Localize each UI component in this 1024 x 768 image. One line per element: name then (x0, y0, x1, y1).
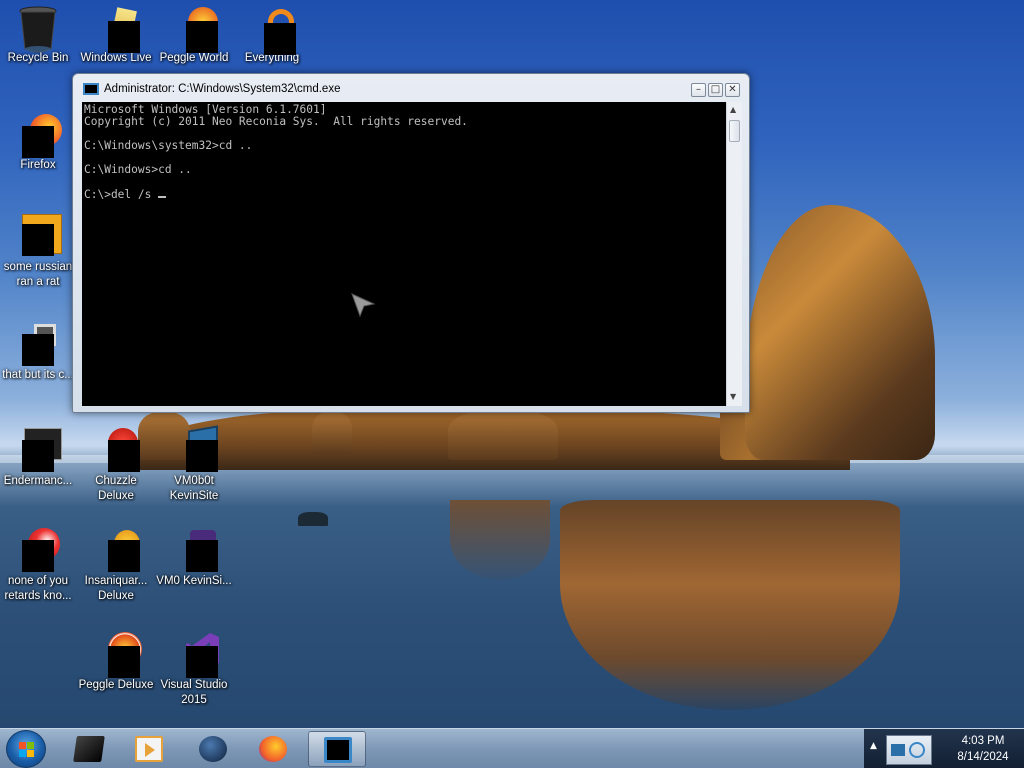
wallpaper-haystack-rock (745, 205, 935, 460)
shortcut-icon (16, 322, 60, 366)
desktop-icon-label: some russian ran a rat (3, 261, 73, 288)
taskbar: ▲ 4:03 PM 8/14/2024 (0, 728, 1024, 768)
window-title: Administrator: C:\Windows\System32\cmd.e… (104, 83, 341, 95)
start-button[interactable] (6, 730, 46, 768)
cmd-icon (83, 83, 99, 95)
desktop-icon-insaniquarium-deluxe[interactable]: Insaniquar... Deluxe (78, 528, 154, 604)
window-titlebar[interactable]: Administrator: C:\Windows\System32\cmd.e… (73, 74, 749, 102)
desktop-icon-label: Chuzzle Deluxe (95, 475, 137, 502)
peggle-world-icon (172, 5, 218, 53)
desktop-icon-peggle-deluxe[interactable]: Peggle Deluxe (78, 632, 154, 693)
close-icon: ✕ (728, 84, 737, 95)
vm-icon (172, 528, 218, 572)
cmd-window[interactable]: Administrator: C:\Windows\System32\cmd.e… (72, 73, 750, 413)
taskbar-item-cmd[interactable] (308, 731, 366, 767)
everything-icon (250, 5, 296, 55)
clock-time: 4:03 PM (961, 735, 1005, 747)
rat-program-icon (16, 214, 62, 258)
minimize-button[interactable]: – (691, 83, 706, 97)
desktop-icon-peggle-world[interactable]: Peggle World (156, 5, 232, 66)
desktop-icon-vm0b0t-kevinsite[interactable]: VM0b0t KevinSite (156, 425, 232, 504)
desktop-icon-chuzzle-deluxe[interactable]: Chuzzle Deluxe (78, 428, 154, 504)
desktop-icon-windows-live[interactable]: Windows Live (78, 5, 154, 66)
desktop-icon-label: Firefox (20, 159, 56, 171)
desktop-icon-label: Visual Studio 2015 (160, 679, 228, 706)
insaniquarium-icon (94, 528, 140, 572)
black-box-icon (73, 736, 105, 762)
media-player-icon (135, 736, 163, 762)
clock-date: 8/14/2024 (957, 751, 1009, 763)
taskbar-clock[interactable]: 4:03 PM 8/14/2024 (948, 733, 1018, 765)
vertical-scrollbar[interactable]: ▲ ▼ (726, 102, 742, 406)
endermanch-icon (16, 428, 62, 472)
peggle-deluxe-icon (94, 632, 142, 678)
system-tray: ▲ 4:03 PM 8/14/2024 (864, 729, 1024, 768)
scroll-up-icon[interactable]: ▲ (730, 105, 736, 114)
desktop-icon-vm0-kevinsi[interactable]: VM0 KevinSi... (156, 528, 232, 589)
desktop-icon-label: VM0 KevinSi... (156, 575, 232, 587)
maximize-icon: □ (710, 84, 721, 95)
tray-network-icon[interactable] (886, 735, 932, 765)
browser-shortcut-icon (16, 528, 60, 572)
mouse-pointer-icon (351, 293, 376, 318)
desktop-icon-recycle-bin[interactable]: Recycle Bin (0, 5, 76, 66)
desktop-icon-label: none of you retards kno... (4, 575, 72, 602)
sync-icon (909, 742, 925, 758)
wallpaper-sea-stack (312, 412, 352, 454)
desktop-icon-label: that but its c... (2, 369, 74, 381)
text-cursor (158, 195, 167, 198)
desktop-icon-label: Peggle World (159, 52, 229, 64)
desktop-icon-that-but-its-c[interactable]: that but its c... (0, 322, 76, 383)
recycle-bin-icon (16, 5, 60, 53)
taskbar-item-firefox[interactable] (244, 731, 302, 767)
firefox-icon (259, 736, 287, 762)
taskbar-item-recycle-bin[interactable] (60, 731, 118, 767)
scroll-down-icon[interactable]: ▼ (730, 392, 736, 401)
desktop-icon-label: Insaniquar... Deluxe (84, 575, 148, 602)
desktop-icon-visual-studio-2015[interactable]: Visual Studio 2015 (156, 632, 232, 708)
windows-logo-icon (19, 742, 35, 758)
desktop-icon-label: Peggle Deluxe (78, 679, 154, 691)
taskbar-item-globe[interactable] (184, 731, 242, 767)
cmd-icon (324, 737, 352, 763)
monitor-icon (891, 744, 905, 756)
minimize-icon: – (696, 84, 701, 95)
vm-icon (172, 425, 218, 472)
globe-icon (199, 736, 227, 762)
maximize-button[interactable]: □ (708, 83, 723, 97)
desktop-icon-none-of-you[interactable]: none of you retards kno... (0, 528, 76, 604)
wallpaper-reflection-small (450, 500, 550, 580)
visual-studio-icon (172, 632, 219, 678)
desktop-icon-label: Recycle Bin (7, 52, 69, 64)
desktop-icon-label: Windows Live (80, 52, 152, 64)
scrollbar-thumb[interactable] (729, 120, 740, 142)
firefox-icon (16, 112, 62, 158)
console-text: Microsoft Windows [Version 6.1.7601] Cop… (84, 103, 468, 201)
chuzzle-icon (94, 428, 140, 472)
desktop-icon-some-russian-ran-a-rat[interactable]: some russian ran a rat (0, 214, 76, 290)
windows-live-icon (94, 5, 140, 53)
console-output[interactable]: Microsoft Windows [Version 6.1.7601] Cop… (82, 102, 726, 406)
close-button[interactable]: ✕ (725, 83, 740, 97)
desktop-icon-firefox[interactable]: Firefox (0, 112, 76, 173)
taskbar-item-media-player[interactable] (120, 731, 178, 767)
desktop-icon-label: VM0b0t KevinSite (169, 475, 219, 502)
show-hidden-icons-icon[interactable]: ▲ (870, 741, 877, 751)
desktop-icon-label: Endermanc... (3, 475, 73, 487)
desktop-icon-endermanc[interactable]: Endermanc... (0, 428, 76, 489)
wallpaper-sea-stack (448, 410, 558, 460)
wallpaper-reflection (560, 500, 900, 710)
wallpaper-small-rock (298, 512, 328, 526)
desktop-icon-everything[interactable]: Everything (234, 5, 310, 66)
